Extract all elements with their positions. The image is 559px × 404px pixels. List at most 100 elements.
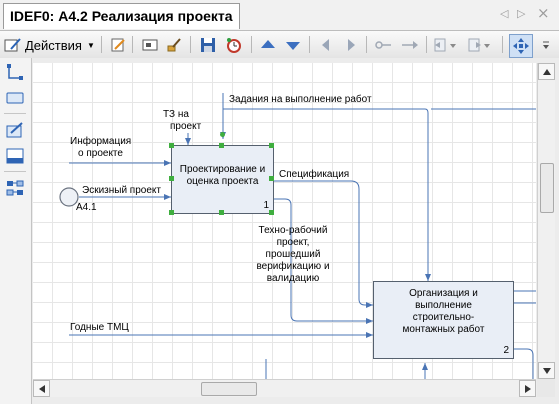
tunnel-tool-button[interactable] (5, 146, 25, 166)
fit-to-window-button[interactable] (509, 34, 533, 58)
scroll-up-button[interactable] (538, 63, 555, 80)
selection-handle[interactable] (219, 143, 224, 148)
toolbar-separator (502, 36, 503, 53)
connector-start-button[interactable] (373, 35, 393, 55)
connector-arrow-icon (402, 41, 418, 49)
toolbar-separator (132, 36, 133, 53)
label-working-project-line1: Техно-рабочий (258, 225, 328, 236)
connector-tool-button[interactable] (5, 62, 25, 82)
toolbar-separator (366, 36, 367, 53)
import-icon (434, 38, 456, 52)
actions-label: Действия (25, 37, 82, 53)
flow-tool-button[interactable] (5, 178, 25, 198)
scroll-left-button[interactable] (33, 380, 50, 397)
move-down-button[interactable] (283, 35, 303, 55)
left-toolbar-separator (4, 113, 26, 114)
selection-handle[interactable] (269, 210, 274, 215)
toolbar-separator (251, 36, 252, 53)
insert-text-button[interactable] (140, 35, 160, 55)
label-project-info-line1: Информация (70, 136, 132, 147)
selection-handle[interactable] (169, 210, 174, 215)
tab-scroll-right-icon[interactable]: ▷ (517, 7, 525, 20)
horizontal-scrollbar[interactable] (33, 379, 536, 397)
selection-handle[interactable] (169, 143, 174, 148)
decompose-icon (6, 122, 23, 138)
document-tab[interactable]: IDEF0: А4.2 Реализация проекта (3, 3, 240, 29)
close-tab-icon[interactable]: × (537, 4, 550, 22)
diagram-canvas[interactable]: ТЗ на проект Задания на выполнение работ… (33, 63, 536, 379)
activity-box-1[interactable]: Проектирование и оценка проекта 1 (171, 145, 274, 214)
label-working-project-line3: прошедший (265, 249, 321, 260)
arrow-up-icon (261, 40, 275, 48)
format-painter-button[interactable] (164, 35, 184, 55)
panel-icon (6, 148, 24, 164)
label-spec-tz-line2: проект (170, 121, 202, 132)
horizontal-scroll-thumb[interactable] (201, 382, 257, 396)
decompose-tool-button[interactable] (5, 120, 25, 140)
export-dropdown-button[interactable] (466, 35, 492, 55)
arrow-right-icon (348, 39, 355, 51)
scroll-down-icon (542, 367, 551, 374)
selection-handle[interactable] (169, 176, 174, 181)
flow-branch-icon (6, 180, 24, 196)
left-toolbar (0, 58, 32, 404)
vertical-scrollbar[interactable] (537, 63, 555, 379)
activity-2-title-line4: монтажных работ (402, 324, 485, 335)
toolbar-overflow-button[interactable] (539, 35, 553, 55)
toolbar-separator (101, 36, 102, 53)
activity-box-2[interactable]: Организация и выполнение строительно- мо… (373, 281, 514, 359)
label-sketch-project: Эскизный проект (82, 185, 161, 196)
toolbar-separator (426, 36, 427, 53)
title-bar: IDEF0: А4.2 Реализация проекта ◁ ▷ × (0, 0, 559, 31)
scroll-right-button[interactable] (519, 380, 536, 397)
arrow-output-2c[interactable] (513, 348, 534, 379)
label-project-info-line2: о проекте (78, 148, 123, 159)
navigate-back-button[interactable] (316, 35, 336, 55)
save-button[interactable] (198, 35, 218, 55)
save-icon (201, 38, 215, 52)
selection-handle[interactable] (219, 210, 224, 215)
scrollbar-corner (537, 379, 555, 397)
label-working-project: Техно-рабочий проект, прошедший верифика… (251, 225, 335, 285)
move-up-button[interactable] (258, 35, 278, 55)
label-specification: Спецификация (279, 169, 350, 180)
activity-2-title-line2: выполнение (415, 300, 472, 311)
actions-icon (4, 38, 21, 52)
connector-start-icon (375, 41, 391, 49)
brush-icon (167, 38, 181, 52)
connector-end-button[interactable] (400, 35, 420, 55)
label-working-project-line5: валидацию (266, 273, 320, 284)
activity-2-number: 2 (503, 345, 509, 356)
overflow-chevron-icon (543, 41, 549, 49)
label-working-project-line2: проект, (276, 237, 310, 248)
left-toolbar-separator (4, 171, 26, 172)
toolbar-separator (190, 36, 191, 53)
schedule-button[interactable] (224, 35, 244, 55)
activity-tool-button[interactable] (5, 88, 25, 108)
navigate-forward-button[interactable] (341, 35, 361, 55)
move-arrows-icon (513, 38, 529, 54)
tab-scroll-left-icon[interactable]: ◁ (500, 7, 508, 20)
arrow-left-icon (322, 39, 329, 51)
document-tab-title: IDEF0: А4.2 Реализация проекта (10, 8, 233, 24)
label-reference: А4.1 (76, 202, 97, 213)
selection-handle[interactable] (269, 176, 274, 181)
vertical-scroll-thumb[interactable] (540, 163, 554, 213)
actions-menu-button[interactable]: Действия ▼ (3, 35, 95, 55)
scroll-left-icon (38, 384, 45, 393)
toolbar: Действия ▼ (0, 31, 559, 59)
chevron-down-icon: ▼ (86, 40, 95, 50)
activity-2-title-line1: Организация и (409, 288, 478, 299)
selection-handle[interactable] (269, 143, 274, 148)
toolbar-separator (309, 36, 310, 53)
scroll-right-icon (524, 384, 531, 393)
text-box-icon (142, 39, 158, 51)
scroll-down-button[interactable] (538, 362, 555, 379)
diagram-viewport: ТЗ на проект Задания на выполнение работ… (32, 58, 559, 404)
import-dropdown-button[interactable] (432, 35, 458, 55)
connector-tool-icon (7, 64, 23, 80)
edit-properties-icon (111, 38, 125, 52)
rotation-handle[interactable] (220, 132, 225, 137)
label-spec-tz-line1: ТЗ на (163, 109, 189, 120)
edit-properties-button[interactable] (108, 35, 128, 55)
